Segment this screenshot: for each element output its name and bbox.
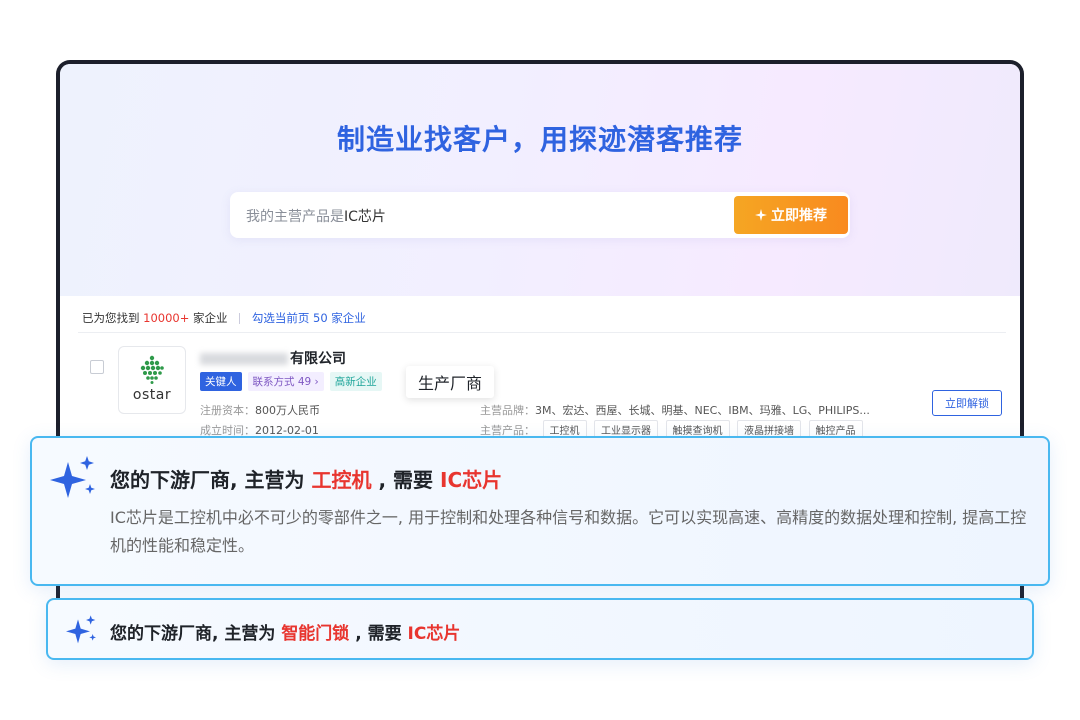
contact-tag[interactable]: 联系方式 49 › [247,372,324,391]
hitech-tag: 高新企业 [329,372,382,391]
summary-divider [239,313,241,324]
insight-middle: , 需要 [355,624,402,644]
brands-label: 主营品牌： [480,404,535,417]
insight-middle: , 需要 [378,468,434,492]
search-input[interactable]: 我的主营产品是IC芯片 [246,206,386,226]
insight-card-primary: 您的下游厂商, 主营为 工控机 , 需要 IC芯片 IC芯片是工控机中必不可少的… [30,436,1050,586]
downstream-product: 智能门锁 [281,624,350,644]
blurred-name [200,353,288,365]
sparkle-icon [755,209,767,221]
search-box[interactable]: 我的主营产品是IC芯片 立即推荐 [230,192,850,238]
found-count: 10000+ [143,311,190,325]
insight-title: 您的下游厂商, 主营为 智能门锁 , 需要 IC芯片 [110,619,460,644]
downstream-product: 工控机 [311,468,372,492]
list-divider [78,332,1006,333]
company-name[interactable]: 有限公司 [200,348,346,368]
brands-value: 3M、宏达、西屋、长城、明基、NEC、IBM、玛雅、LG、PHILIPS... [535,404,870,417]
search-prefix: 我的主营产品是 [246,209,344,225]
capital-value: 800万人民币 [255,404,320,417]
insight-description: IC芯片是工控机中必不可少的零部件之一, 用于控制和处理各种信号和数据。它可以实… [110,508,1027,555]
page-title: 制造业找客户，用探迹潜客推荐 [336,123,743,156]
insight-prefix: 您的下游厂商, 主营为 [110,624,276,644]
company-name-suffix: 有限公司 [290,351,346,367]
insight-title: 您的下游厂商, 主营为 工控机 , 需要 IC芯片 [110,464,502,493]
needed-product: IC芯片 [440,468,503,492]
capital-label: 注册资本： [200,404,255,417]
unlock-button[interactable]: 立即解锁 [932,390,1002,416]
search-value: IC芯片 [344,209,386,225]
insight-card-secondary: 您的下游厂商, 主营为 智能门锁 , 需要 IC芯片 [46,598,1034,660]
recommend-button-label: 立即推荐 [771,208,827,224]
capital-info: 注册资本：800万人民币 [200,402,320,418]
logo-text: ostar [132,387,172,403]
sparkle-icon [50,456,95,498]
needed-product: IC芯片 [407,624,461,644]
tooltip: 生产厂商 [406,366,495,398]
found-prefix: 已为您找到 [82,311,140,325]
insight-prefix: 您的下游厂商, 主营为 [110,468,305,492]
logo-mark-icon [140,355,164,384]
sparkle-icon [66,615,96,644]
row-checkbox[interactable] [90,360,104,374]
select-page-link[interactable]: 勾选当前页 50 家企业 [252,311,366,325]
brands-info: 主营品牌：3M、宏达、西屋、长城、明基、NEC、IBM、玛雅、LG、PHILIP… [480,402,870,418]
company-tags: 关键人 联系方式 49 › 高新企业 [200,372,382,391]
found-suffix: 家企业 [193,311,228,325]
recommend-button[interactable]: 立即推荐 [734,196,848,234]
result-summary: 已为您找到 10000+ 家企业 勾选当前页 50 家企业 [82,310,366,326]
key-person-tag[interactable]: 关键人 [200,372,242,391]
hero-banner: 制造业找客户，用探迹潜客推荐 我的主营产品是IC芯片 立即推荐 [60,64,1020,296]
company-logo: ostar [118,346,186,414]
